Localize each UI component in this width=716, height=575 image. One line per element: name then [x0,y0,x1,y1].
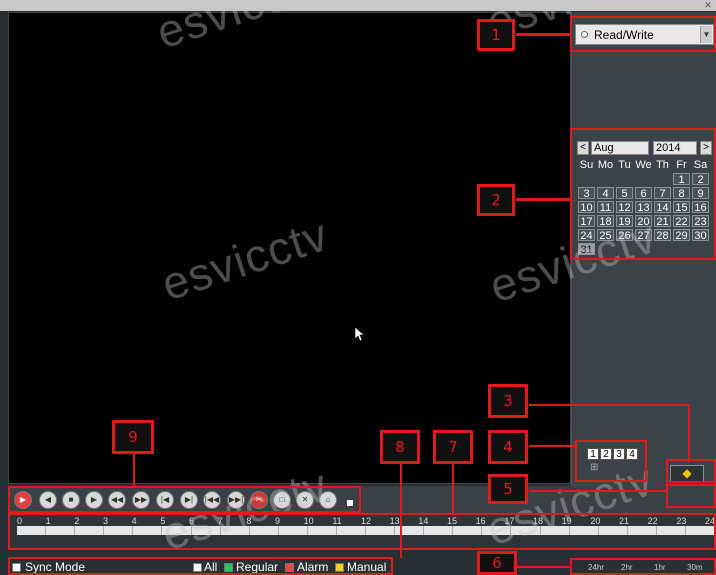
callout-frame-refresh [666,484,716,508]
callout-frame-search [666,459,716,483]
arrow-2 [516,198,572,201]
arrow-7 [452,462,454,514]
callout-number-2: 2 [477,184,515,216]
arrow-4 [529,445,577,447]
callout-number-4: 4 [488,430,528,464]
callout-frame-zoom [570,558,716,575]
arrow-3-v [688,404,690,462]
callout-frame-mode [570,16,716,52]
arrow-3 [529,404,689,406]
callout-number-3: 3 [488,384,528,418]
callout-number-8: 8 [380,430,420,464]
arrow-6 [517,566,572,568]
arrow-9 [133,452,135,486]
callout-number-9: 9 [112,420,154,454]
arrow-8 [400,462,402,558]
callout-frame-calendar [570,128,716,260]
callout-number-1: 1 [477,19,515,51]
arrow-1 [516,33,572,36]
arrow-5 [529,490,667,492]
callout-frame-filters [8,557,393,575]
callout-number-5: 5 [488,474,528,504]
close-icon[interactable]: ✕ [703,0,713,10]
callout-number-6: 6 [477,551,517,575]
callout-frame-timeline [8,513,716,550]
callout-frame-channels [575,440,647,482]
callout-frame-controls [8,486,361,513]
mouse-pointer-icon [355,327,365,341]
callout-number-7: 7 [433,430,473,464]
